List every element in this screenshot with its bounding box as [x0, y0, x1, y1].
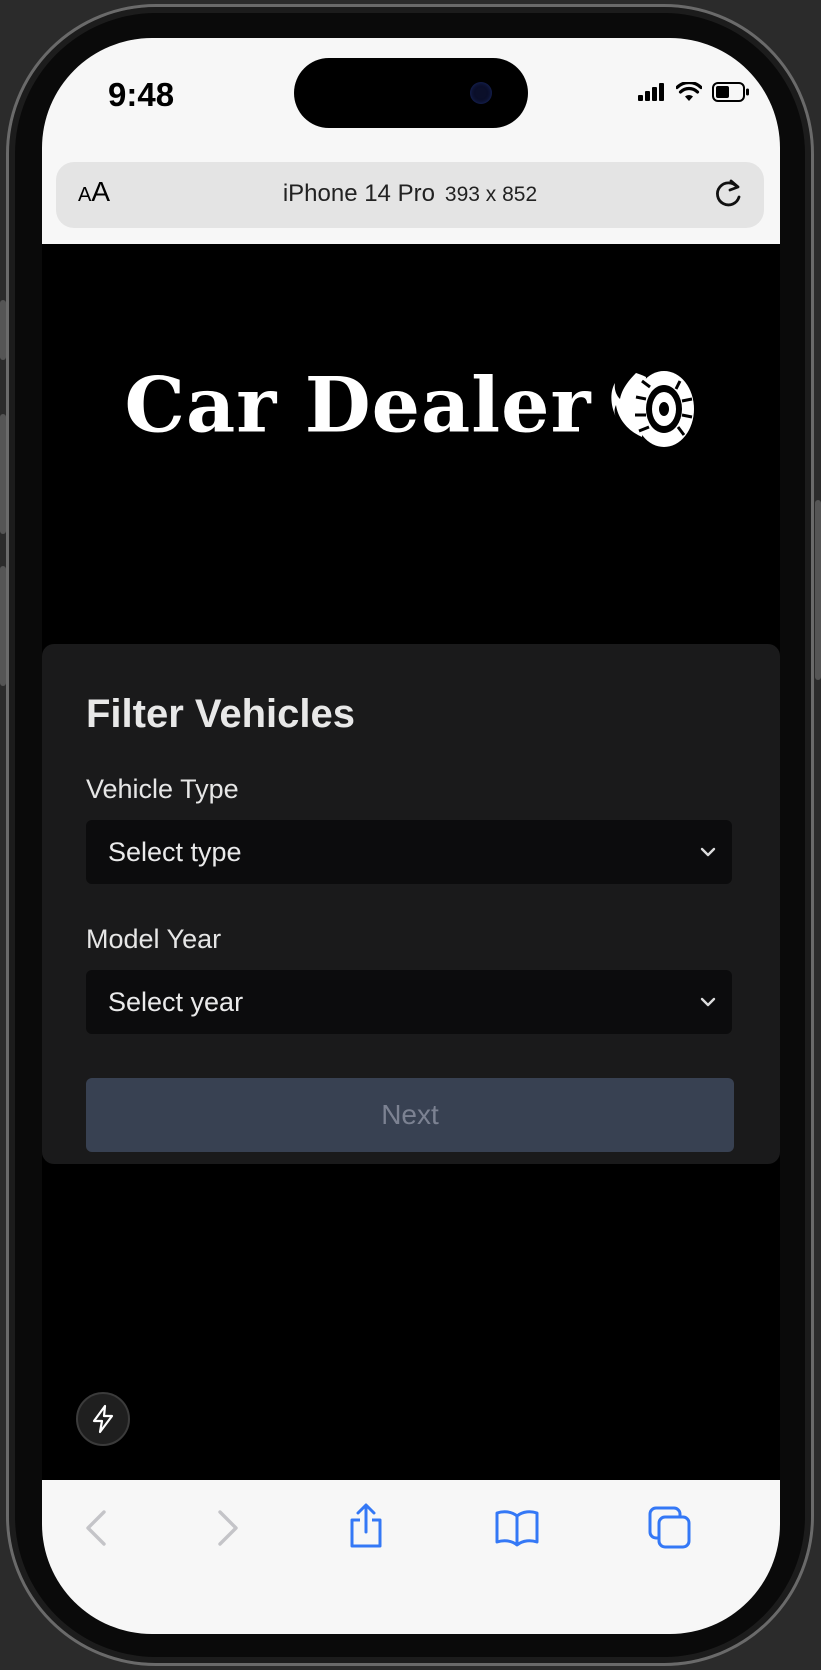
wifi-icon	[676, 82, 702, 101]
bookmarks-icon[interactable]	[494, 1508, 540, 1548]
page-content: Car Dealer Filter Vehicles Vehicle Type …	[42, 244, 780, 1480]
model-year-label: Model Year	[86, 924, 222, 954]
share-icon[interactable]	[346, 1502, 386, 1550]
tabs-icon[interactable]	[648, 1506, 692, 1550]
browser-toolbar	[42, 1480, 780, 1634]
chevron-down-icon	[700, 997, 716, 1007]
device-label: iPhone 14 Pro 393 x 852	[56, 180, 764, 208]
forward-icon[interactable]	[210, 1506, 244, 1550]
device-name: iPhone 14 Pro	[282, 180, 435, 207]
back-icon[interactable]	[80, 1506, 114, 1550]
model-year-select[interactable]: Select year	[86, 970, 732, 1034]
status-bar: 9:48	[42, 38, 780, 162]
flaming-tire-icon	[610, 371, 694, 447]
battery-icon	[712, 82, 749, 102]
reload-icon[interactable]	[710, 176, 746, 212]
model-year-value: Select year	[108, 987, 244, 1017]
next-button[interactable]: Next	[86, 1078, 734, 1152]
device-stage: 9:48 AA iPhone 14 Pro 393 x 852 Car Deal…	[0, 0, 821, 1670]
camera-icon	[470, 82, 492, 104]
lightning-bolt-icon	[92, 1404, 114, 1434]
chevron-down-icon	[700, 847, 716, 857]
dynamic-island	[294, 58, 528, 128]
logo-title: Car Dealer	[124, 360, 592, 450]
vehicle-type-label: Vehicle Type	[86, 774, 239, 804]
filter-card: Filter Vehicles Vehicle Type Select type…	[42, 644, 780, 1164]
phone-screen: 9:48 AA iPhone 14 Pro 393 x 852 Car Deal…	[42, 38, 780, 1634]
status-time: 9:48	[108, 76, 175, 113]
signal-icon	[638, 83, 664, 101]
vehicle-type-value: Select type	[108, 837, 242, 867]
filter-card-title: Filter Vehicles	[86, 692, 356, 736]
browser-url-bar: AA iPhone 14 Pro 393 x 852	[42, 162, 780, 244]
site-logo[interactable]: Car Dealer	[42, 354, 780, 451]
address-field[interactable]: AA iPhone 14 Pro 393 x 852	[56, 162, 764, 228]
power-button	[815, 500, 821, 680]
device-dimensions: 393 x 852	[444, 183, 538, 206]
status-icons	[638, 82, 750, 102]
vehicle-type-select[interactable]: Select type	[86, 820, 732, 884]
dev-tools-button[interactable]	[76, 1392, 130, 1446]
